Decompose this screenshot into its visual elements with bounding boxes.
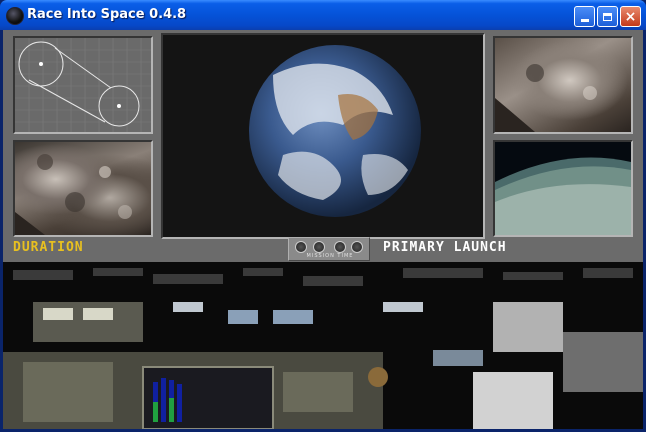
maximize-button[interactable] (597, 6, 618, 27)
maximize-icon (603, 12, 612, 21)
trajectory-map-screen (13, 36, 153, 134)
lunar-surface-graphic (15, 154, 132, 235)
earth-graphic (163, 35, 483, 237)
close-button[interactable]: × (620, 6, 641, 27)
lunar-surface-graphic (495, 64, 597, 132)
dial-icon (334, 241, 346, 253)
duration-label: DURATION (13, 240, 84, 255)
dial-icon (295, 241, 307, 253)
app-icon[interactable] (6, 7, 24, 25)
earth-view-screen (161, 33, 485, 239)
lunar-surface-screen-left (13, 140, 153, 237)
game-viewport[interactable]: DURATION MISSION TIME PRIMARY LAUNCH (3, 30, 643, 429)
mission-time-indicator: MISSION TIME (288, 237, 370, 261)
window-title: Race Into Space 0.4.8 (27, 7, 187, 22)
minimize-button[interactable] (574, 6, 595, 27)
primary-launch-label: PRIMARY LAUNCH (383, 240, 507, 255)
dial-icon (351, 241, 363, 253)
app-window: Race Into Space 0.4.8 × DURATION MISSION… (0, 0, 646, 432)
minimize-icon (580, 19, 589, 22)
title-bar[interactable]: Race Into Space 0.4.8 × (0, 0, 646, 30)
cockpit-console-graphic (3, 262, 643, 429)
cockpit-console (3, 262, 643, 429)
lunar-surface-screen-right (493, 36, 633, 134)
dial-icon (313, 241, 325, 253)
earth-horizon-graphic (495, 142, 631, 235)
earth-horizon-screen (493, 140, 633, 237)
trajectory-map-graphic (15, 38, 151, 132)
mission-time-label: MISSION TIME (306, 253, 354, 259)
close-icon: × (624, 8, 637, 25)
